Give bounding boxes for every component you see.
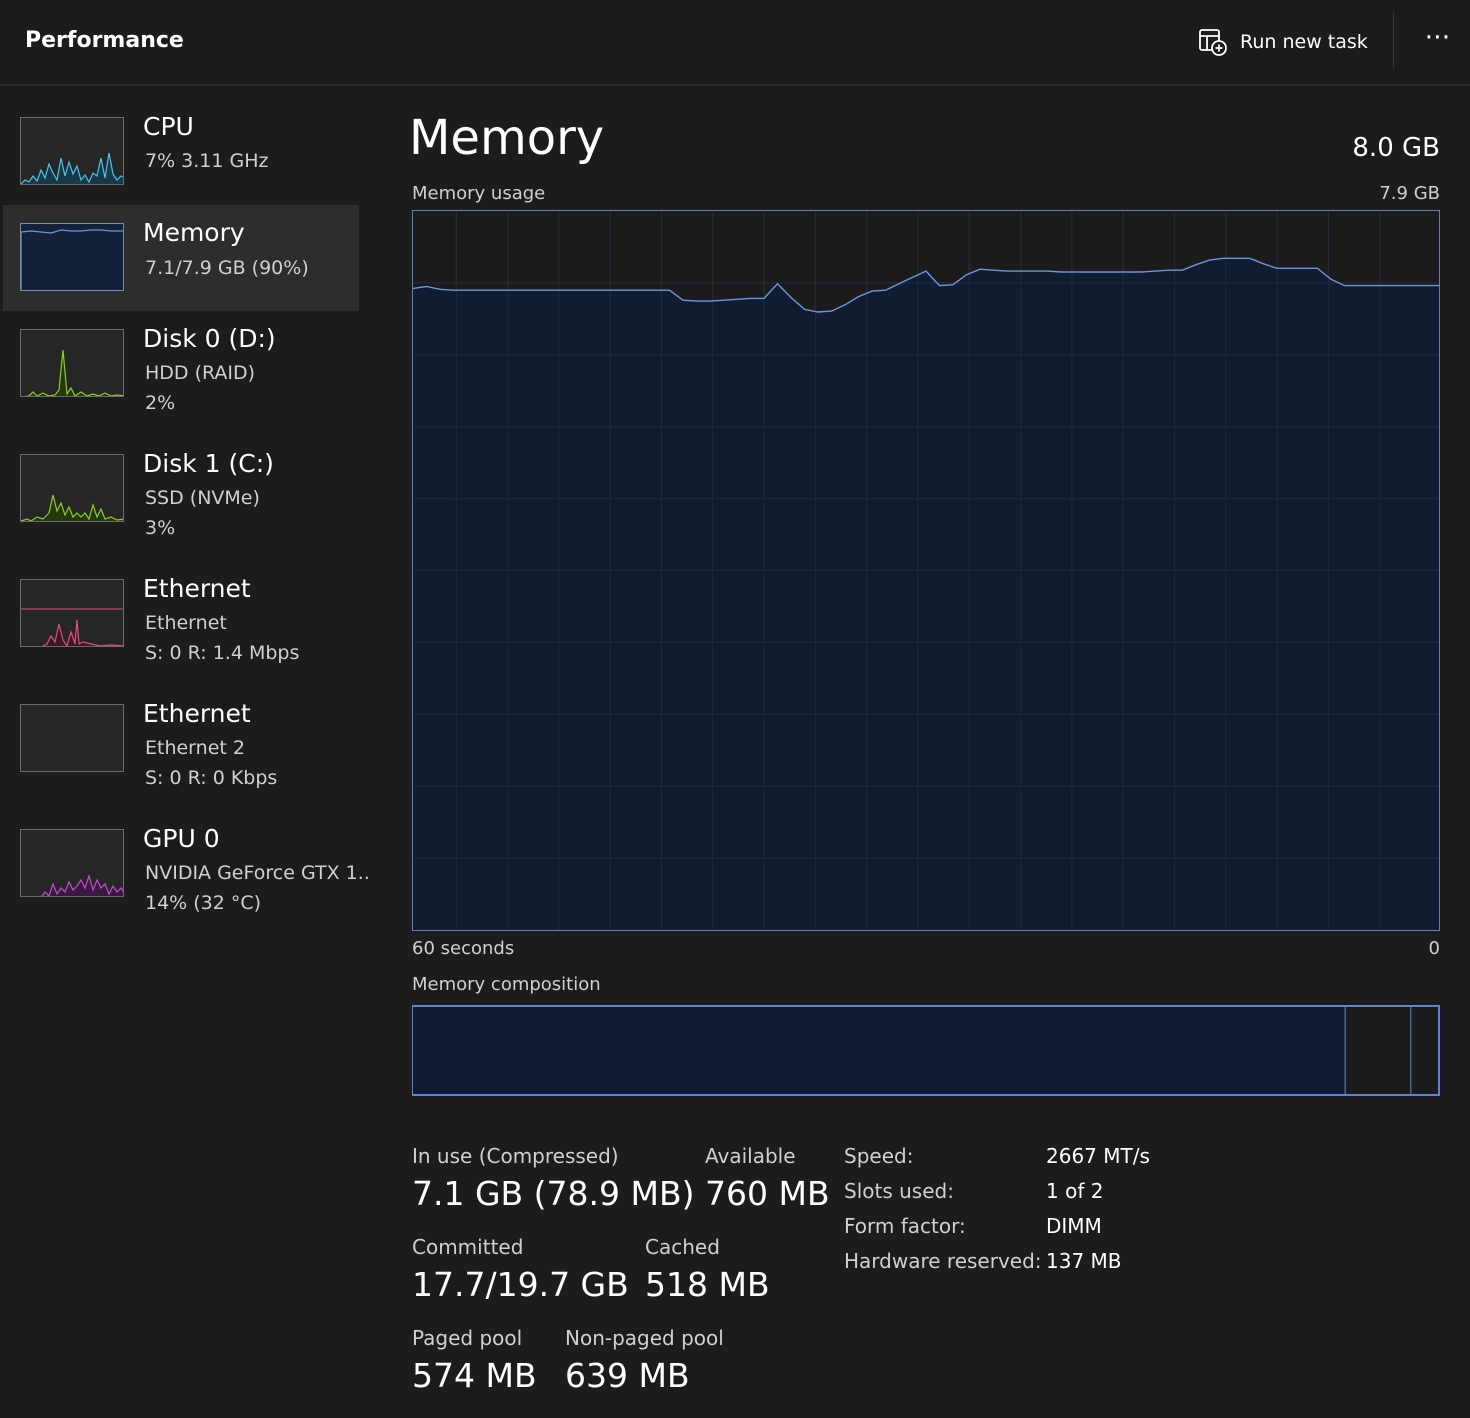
sidebar-item-name: Ethernet xyxy=(143,574,251,603)
memory-thumbnail-graph xyxy=(20,223,124,291)
in-use-label: In use (Compressed) xyxy=(412,1144,619,1168)
sidebar-item-cpu[interactable]: CPU 7% 3.11 GHz xyxy=(3,102,359,202)
non-paged-pool-value: 639 MB xyxy=(565,1356,690,1395)
run-new-task-label: Run new task xyxy=(1240,31,1368,53)
memory-usage-max: 7.9 GB xyxy=(1379,183,1440,204)
cpu-thumbnail-graph xyxy=(20,117,124,185)
sidebar-item-ethernet[interactable]: Ethernet Ethernet S: 0 R: 1.4 Mbps xyxy=(3,566,359,676)
memory-composition-bar xyxy=(412,1005,1440,1096)
memory-usage-chart-svg xyxy=(413,211,1439,930)
sidebar-item-usage: S: 0 R: 0 Kbps xyxy=(145,767,278,789)
sidebar-item-disk-1[interactable]: Disk 1 (C:) SSD (NVMe) 3% xyxy=(3,441,359,551)
hardware-reserved-label: Hardware reserved: xyxy=(844,1249,1042,1273)
sidebar-item-detail: Ethernet xyxy=(145,612,227,634)
sidebar-item-name: Memory xyxy=(143,218,245,247)
memory-composition-label: Memory composition xyxy=(412,974,601,995)
disk-0-thumbnail-graph xyxy=(20,329,124,397)
committed-value: 17.7/19.7 GB xyxy=(412,1265,629,1304)
sidebar-item-memory[interactable]: Memory 7.1/7.9 GB (90%) xyxy=(3,205,359,311)
gpu-thumbnail-graph xyxy=(20,829,124,897)
sidebar-item-detail: NVIDIA GeForce GTX 1.. xyxy=(145,862,370,884)
sidebar-item-disk-0[interactable]: Disk 0 (D:) HDD (RAID) 2% xyxy=(3,316,359,426)
sidebar-item-name: Disk 1 (C:) xyxy=(143,449,274,478)
paged-pool-label: Paged pool xyxy=(412,1326,523,1350)
ethernet-thumbnail-graph xyxy=(20,579,124,647)
time-axis-start: 60 seconds xyxy=(412,938,515,959)
available-label: Available xyxy=(705,1144,796,1168)
speed-label: Speed: xyxy=(844,1144,914,1168)
ethernet-2-thumbnail-graph xyxy=(20,704,124,772)
sidebar: CPU 7% 3.11 GHz Memory 7.1/7.9 GB (90%) … xyxy=(0,86,370,1418)
paged-pool-value: 574 MB xyxy=(412,1356,537,1395)
hardware-reserved-value: 137 MB xyxy=(1046,1249,1122,1273)
page-title: Performance xyxy=(25,28,184,53)
memory-usage-label: Memory usage xyxy=(412,183,546,204)
memory-usage-area xyxy=(413,258,1439,930)
toolbar-divider xyxy=(1393,12,1394,68)
sidebar-item-name: CPU xyxy=(143,112,194,141)
top-bar: Performance Run new task ⋯ xyxy=(0,0,1470,86)
run-new-task-button[interactable]: Run new task xyxy=(1198,26,1368,58)
more-options-icon[interactable]: ⋯ xyxy=(1418,24,1458,58)
sidebar-item-gpu-0[interactable]: GPU 0 NVIDIA GeForce GTX 1.. 14% (32 °C) xyxy=(3,816,370,926)
memory-title: Memory xyxy=(409,110,605,166)
sidebar-item-name: Disk 0 (D:) xyxy=(143,324,276,353)
in-use-value: 7.1 GB (78.9 MB) xyxy=(412,1174,695,1213)
memory-composition-svg xyxy=(412,1005,1440,1096)
memory-usage-chart xyxy=(412,210,1440,931)
speed-value: 2667 MT/s xyxy=(1046,1144,1150,1168)
cached-value: 518 MB xyxy=(645,1265,770,1304)
sidebar-item-usage: 14% (32 °C) xyxy=(145,892,262,914)
time-axis-end: 0 xyxy=(1428,938,1440,959)
committed-label: Committed xyxy=(412,1235,524,1259)
sidebar-item-detail: 7.1/7.9 GB (90%) xyxy=(145,257,309,279)
sidebar-item-usage: 3% xyxy=(145,517,176,539)
sidebar-item-usage: 2% xyxy=(145,392,176,414)
available-value: 760 MB xyxy=(705,1174,830,1213)
composition-standby xyxy=(1411,1007,1438,1094)
sidebar-item-detail: Ethernet 2 xyxy=(145,737,245,759)
disk-1-thumbnail-graph xyxy=(20,454,124,522)
composition-in-use xyxy=(413,1007,1346,1094)
cached-label: Cached xyxy=(645,1235,720,1259)
sidebar-item-detail: 7% 3.11 GHz xyxy=(145,150,269,172)
slots-used-label: Slots used: xyxy=(844,1179,954,1203)
non-paged-pool-label: Non-paged pool xyxy=(565,1326,724,1350)
sidebar-item-name: GPU 0 xyxy=(143,824,220,853)
sidebar-item-usage: S: 0 R: 1.4 Mbps xyxy=(145,642,300,664)
slots-used-value: 1 of 2 xyxy=(1046,1179,1104,1203)
sidebar-item-name: Ethernet xyxy=(143,699,251,728)
sidebar-item-detail: SSD (NVMe) xyxy=(145,487,260,509)
sidebar-item-detail: HDD (RAID) xyxy=(145,362,256,384)
total-memory: 8.0 GB xyxy=(1352,133,1440,163)
form-factor-value: DIMM xyxy=(1046,1214,1102,1238)
sidebar-item-ethernet-2[interactable]: Ethernet Ethernet 2 S: 0 R: 0 Kbps xyxy=(3,691,359,801)
composition-modified xyxy=(1345,1007,1412,1094)
form-factor-label: Form factor: xyxy=(844,1214,966,1238)
run-task-icon xyxy=(1199,29,1227,56)
